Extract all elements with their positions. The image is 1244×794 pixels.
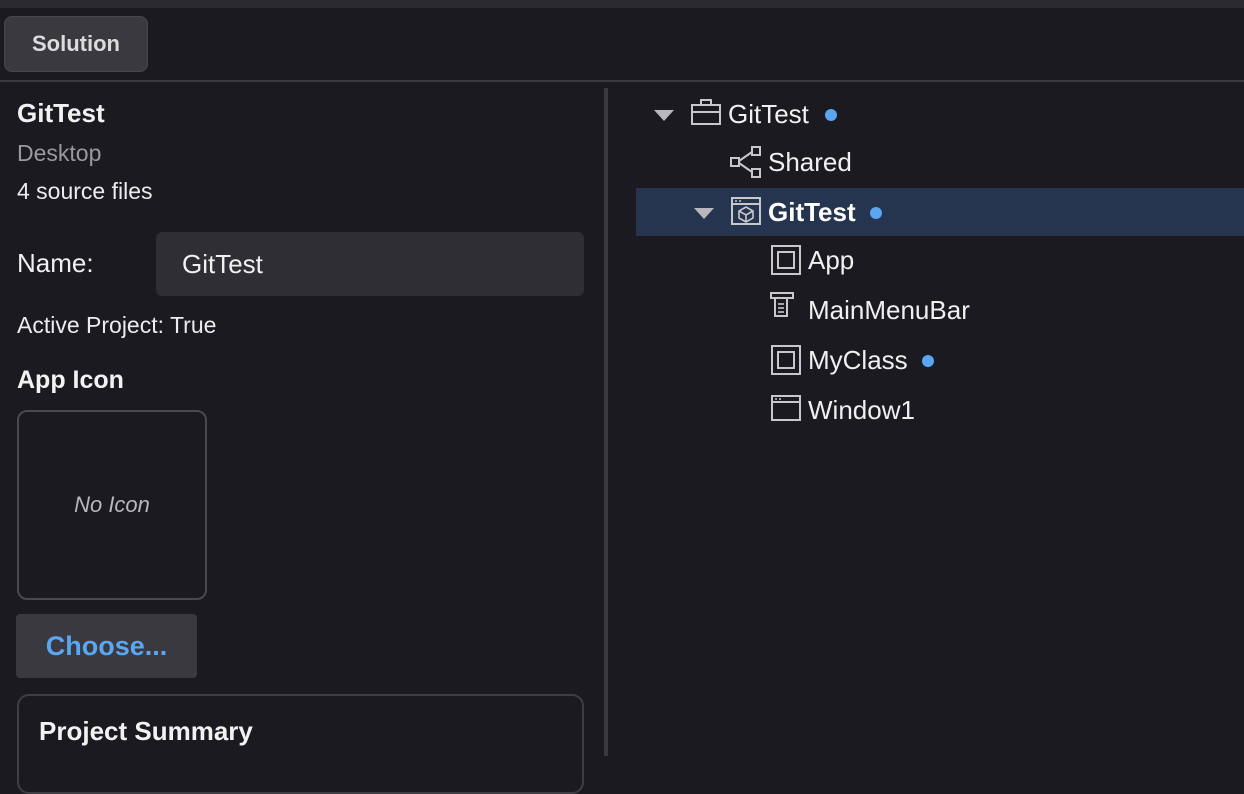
tree-row-solution-root[interactable]: GitTest: [608, 90, 1244, 138]
tree-label: Window1: [808, 395, 915, 425]
modified-indicator: [825, 109, 837, 121]
tree-row-mainmenubar[interactable]: MainMenuBar: [608, 286, 1244, 334]
tree-label: MainMenuBar: [808, 295, 970, 325]
tree-label: MyClass: [808, 345, 908, 375]
tree-label: Shared: [768, 147, 852, 177]
app-bundle-icon: [731, 197, 761, 225]
solution-tree: GitTest Shared GitTest App MainMenuBar M…: [608, 82, 1244, 756]
class-icon: [771, 345, 801, 375]
tree-label: GitTest: [728, 99, 809, 129]
project-summary-panel: Project Summary: [17, 694, 584, 794]
project-platform: Desktop: [17, 140, 102, 166]
chevron-down-icon[interactable]: [694, 208, 714, 219]
active-project-status: Active Project: True: [17, 312, 217, 338]
tree-row-shared[interactable]: Shared: [608, 138, 1244, 186]
tree-row-project[interactable]: GitTest: [636, 188, 1244, 236]
tree-row-app[interactable]: App: [608, 236, 1244, 284]
chevron-down-icon[interactable]: [654, 110, 674, 121]
briefcase-icon: [691, 99, 721, 125]
project-name-field[interactable]: [156, 232, 584, 296]
app-icon-heading: App Icon: [17, 366, 124, 394]
tab-solution[interactable]: Solution: [4, 16, 148, 72]
project-title: GitTest: [17, 98, 105, 128]
window-icon: [771, 395, 801, 421]
tree-label: App: [808, 245, 855, 275]
class-icon: [771, 245, 801, 275]
project-inspector: GitTest Desktop 4 source files Name: Act…: [0, 82, 604, 794]
project-summary-title: Project Summary: [39, 716, 253, 746]
no-icon-text: No Icon: [74, 492, 150, 517]
modified-indicator: [870, 207, 882, 219]
name-label: Name:: [17, 248, 94, 278]
menubar-icon: [770, 292, 794, 317]
source-file-count: 4 source files: [17, 178, 153, 204]
share-icon: [730, 146, 761, 178]
tree-label: GitTest: [768, 197, 856, 227]
tree-row-myclass[interactable]: MyClass: [608, 336, 1244, 384]
tree-row-window1[interactable]: Window1: [608, 386, 1244, 434]
toolbar: Solution: [0, 8, 1244, 82]
modified-indicator: [922, 355, 934, 367]
choose-icon-button[interactable]: Choose...: [16, 614, 197, 678]
app-icon-well[interactable]: No Icon: [17, 410, 207, 600]
